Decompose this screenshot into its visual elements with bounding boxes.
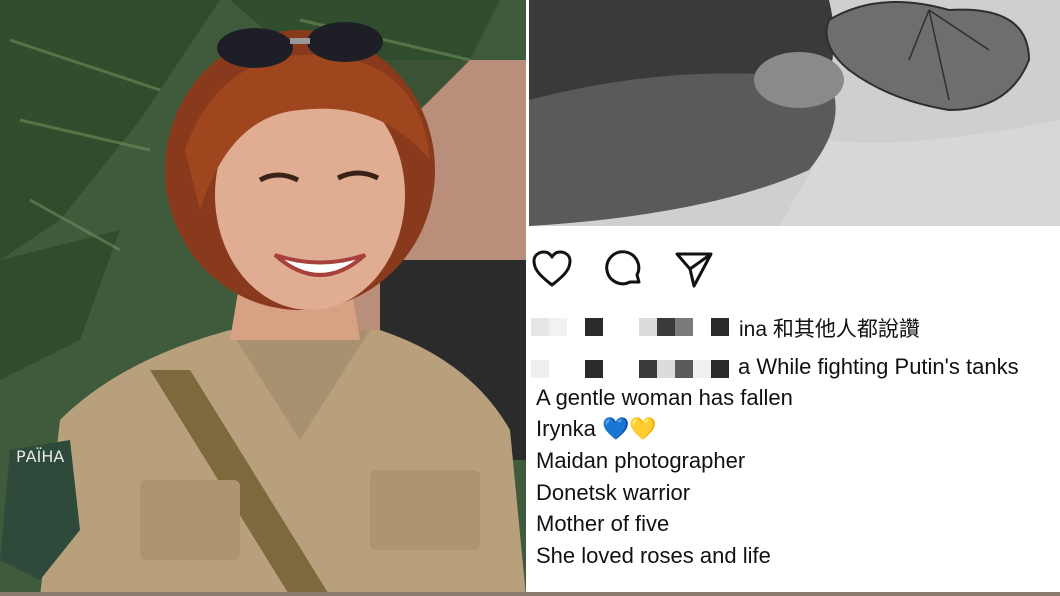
share-button[interactable] bbox=[673, 248, 715, 290]
caption-first-text: a While fighting Putin's tanks bbox=[738, 354, 1019, 379]
likes-text: ina 和其他人都說讚 bbox=[739, 318, 920, 341]
caption-line-6: She loved roses and life bbox=[536, 543, 771, 568]
like-button[interactable] bbox=[531, 248, 573, 290]
post-image-illustration bbox=[529, 0, 1060, 226]
portrait-photo: РАЇНА bbox=[0, 0, 526, 596]
likes-summary: ina 和其他人都說讚 bbox=[529, 312, 1060, 342]
post-actions-bar bbox=[529, 248, 1060, 292]
comment-icon bbox=[605, 250, 641, 286]
heart-icon bbox=[532, 250, 572, 287]
caption-line-4: Donetsk warrior bbox=[536, 480, 691, 505]
caption-line-2: Irynka 💙💛 bbox=[536, 416, 657, 441]
send-icon bbox=[675, 252, 713, 288]
redacted-username bbox=[531, 318, 729, 336]
portrait-illustration: РАЇНА bbox=[0, 0, 526, 596]
caption-first-line: a While fighting Putin's tanks bbox=[529, 352, 1060, 382]
comment-button[interactable] bbox=[603, 248, 645, 290]
bottom-border bbox=[0, 592, 1060, 596]
caption-line-5: Mother of five bbox=[536, 511, 670, 536]
post-image bbox=[529, 0, 1060, 226]
redacted-author bbox=[531, 360, 729, 378]
patch-label: РАЇНА bbox=[16, 447, 64, 466]
caption-line-1: A gentle woman has fallen bbox=[536, 385, 793, 410]
instagram-post: ina 和其他人都說讚 a While fighting Putin's tan… bbox=[529, 0, 1060, 596]
caption-line-3: Maidan photographer bbox=[536, 448, 746, 473]
